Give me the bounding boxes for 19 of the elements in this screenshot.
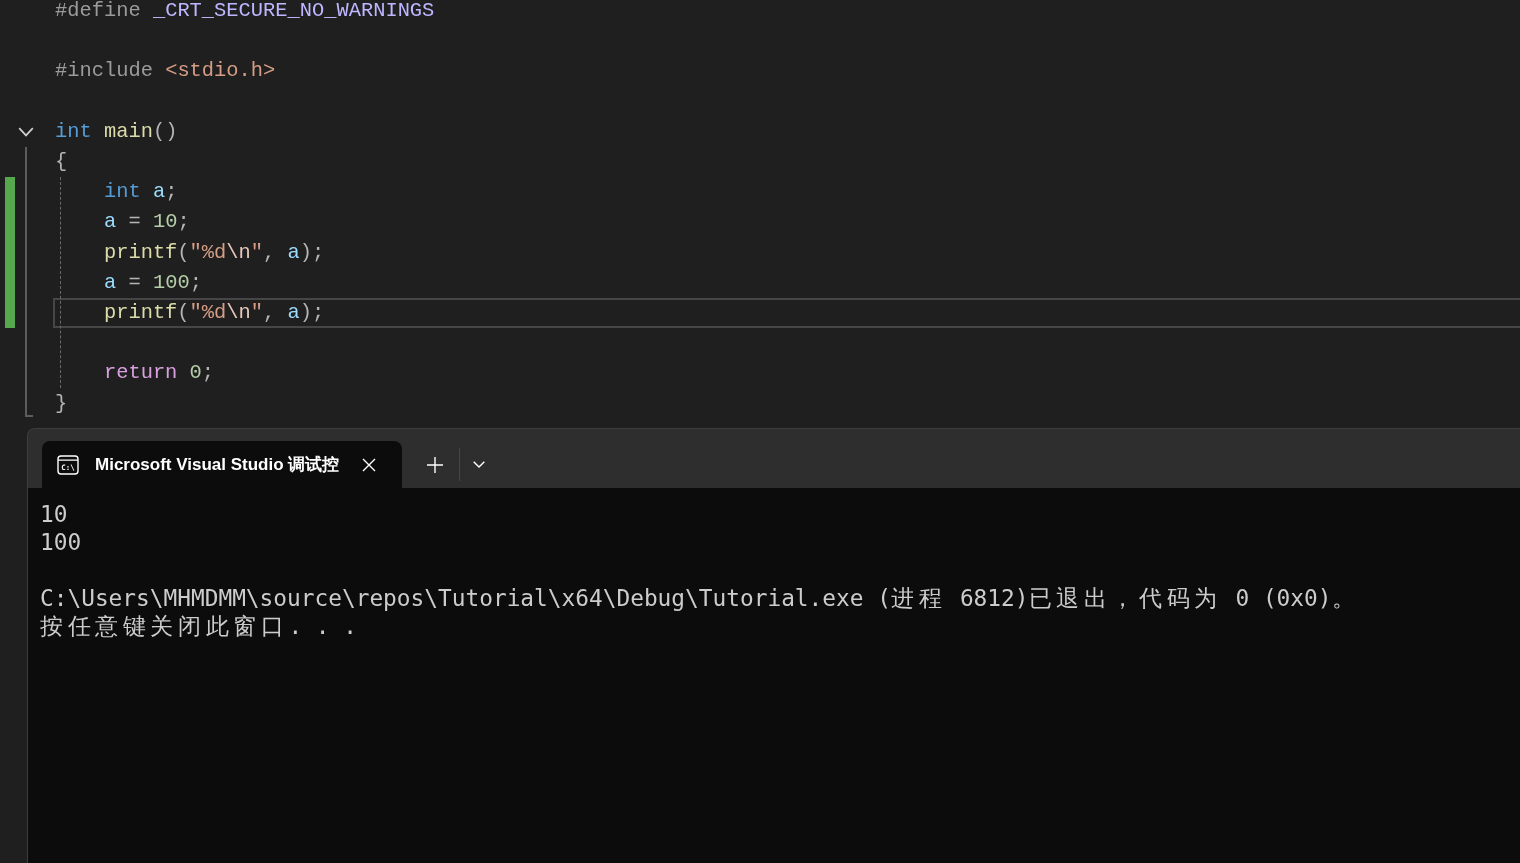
- code-line: a = 10;: [103, 210, 190, 235]
- close-icon: [362, 457, 376, 472]
- code-line: return 0;: [103, 361, 215, 386]
- code-line: a = 100;: [103, 270, 202, 295]
- console-output-line: C:\Users\MHMDMM\source\repos\Tutorial\x64\Debug\Tutorial.exe (进程 6812)已退出，代码为 0 (0x0)。: [40, 584, 1360, 612]
- console-output-line: 100: [40, 528, 82, 556]
- chevron-down-icon: [473, 461, 485, 468]
- code-line: printf("%d\n", a);: [103, 240, 325, 265]
- console-output-line: 按任意键关闭此窗口. . .: [40, 612, 358, 640]
- code-line: {: [55, 150, 68, 175]
- console-output-line: 10: [40, 500, 68, 528]
- plus-icon: [427, 456, 443, 473]
- code-line: #define _CRT_SECURE_NO_WARNINGS: [55, 0, 435, 24]
- code-line: }: [55, 391, 68, 416]
- code-line: printf("%d\n", a);: [103, 300, 325, 325]
- code-line: int a;: [103, 180, 178, 205]
- chevron-icon[interactable]: [18, 126, 34, 137]
- code-line: int main(): [55, 119, 178, 144]
- code-line: #include <stdio.h>: [55, 59, 276, 84]
